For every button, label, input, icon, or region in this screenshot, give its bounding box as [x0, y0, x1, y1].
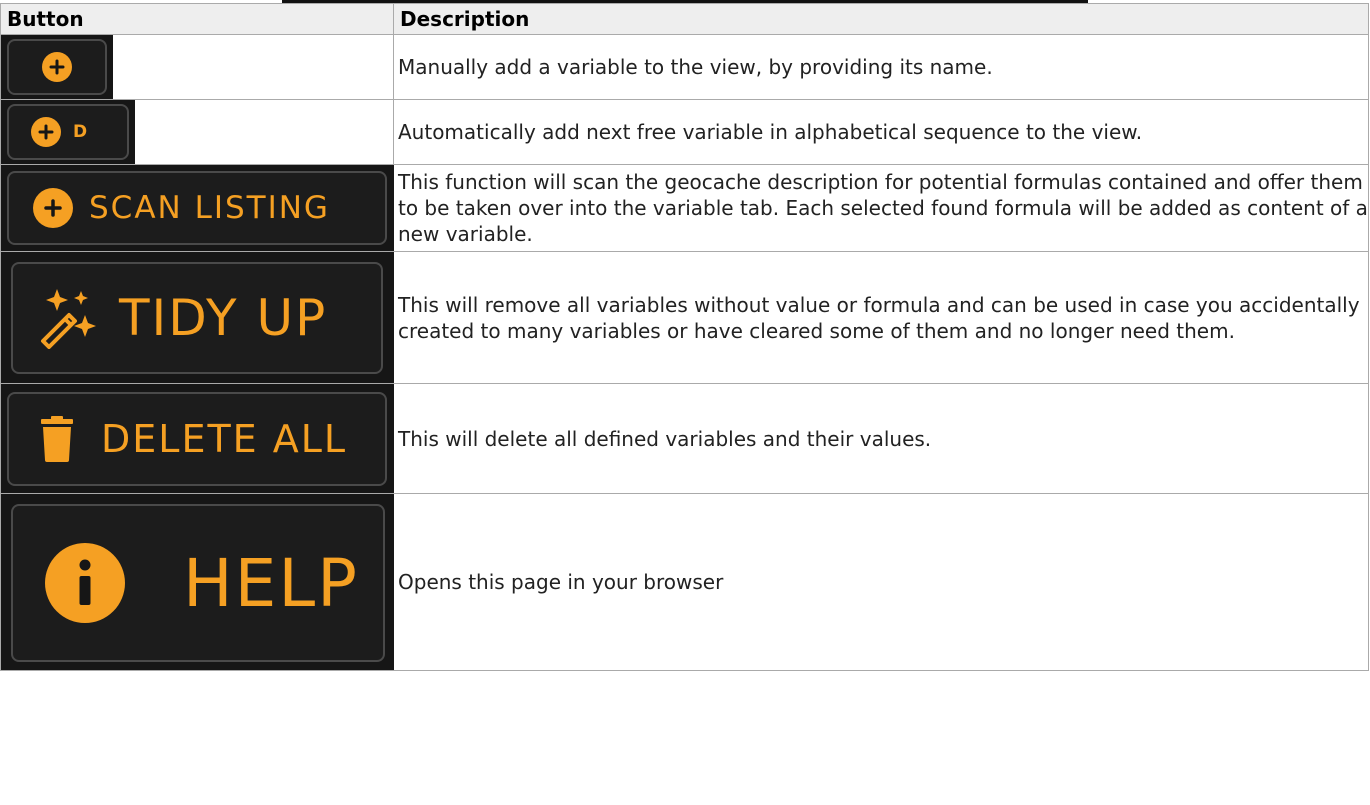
- row-description: This will remove all variables without v…: [393, 251, 1369, 384]
- plus-circle-icon: [31, 117, 61, 147]
- delete-all-button[interactable]: DELETE ALL: [7, 392, 387, 486]
- table-row: HELP Opens this page in your browser: [0, 493, 1369, 671]
- add-next-variable-button[interactable]: D: [7, 104, 129, 160]
- add-next-variable-label: D: [73, 122, 90, 142]
- help-label: HELP: [183, 544, 359, 622]
- row-description: Opens this page in your browser: [393, 493, 1369, 671]
- header-button: Button: [0, 3, 394, 35]
- help-button[interactable]: HELP: [11, 504, 385, 662]
- tidy-up-button[interactable]: TIDY UP: [11, 262, 383, 374]
- plus-circle-icon: [42, 52, 72, 82]
- table-header-row: Button Description: [0, 3, 1369, 35]
- table-row: D Automatically add next free variable i…: [0, 99, 1369, 165]
- button-cell: DELETE ALL: [0, 383, 394, 494]
- scan-listing-button[interactable]: SCAN LISTING: [7, 171, 387, 245]
- table-row: Manually add a variable to the view, by …: [0, 34, 1369, 100]
- row-description: Manually add a variable to the view, by …: [393, 34, 1369, 100]
- header-description: Description: [393, 3, 1369, 35]
- tidy-up-label: TIDY UP: [119, 289, 328, 347]
- button-cell: SCAN LISTING: [0, 164, 394, 252]
- trash-icon: [39, 416, 75, 462]
- button-cell: TIDY UP: [0, 251, 394, 384]
- button-cell: D: [0, 99, 394, 165]
- table-row: TIDY UP This will remove all variables w…: [0, 251, 1369, 384]
- row-description: This function will scan the geocache des…: [393, 164, 1369, 252]
- button-description-table: Button Description Manually add a variab…: [0, 3, 1369, 671]
- row-description: This will delete all defined variables a…: [393, 383, 1369, 494]
- button-cell: [0, 34, 394, 100]
- button-cell: HELP: [0, 493, 394, 671]
- info-circle-icon: [45, 543, 125, 623]
- table-row: DELETE ALL This will delete all defined …: [0, 383, 1369, 494]
- scan-listing-label: SCAN LISTING: [89, 190, 330, 226]
- row-description: Automatically add next free variable in …: [393, 99, 1369, 165]
- plus-circle-icon: [33, 188, 73, 228]
- add-variable-button[interactable]: [7, 39, 107, 95]
- delete-all-label: DELETE ALL: [101, 417, 348, 461]
- table-row: SCAN LISTING This function will scan the…: [0, 164, 1369, 252]
- magic-wand-icon: [35, 287, 97, 349]
